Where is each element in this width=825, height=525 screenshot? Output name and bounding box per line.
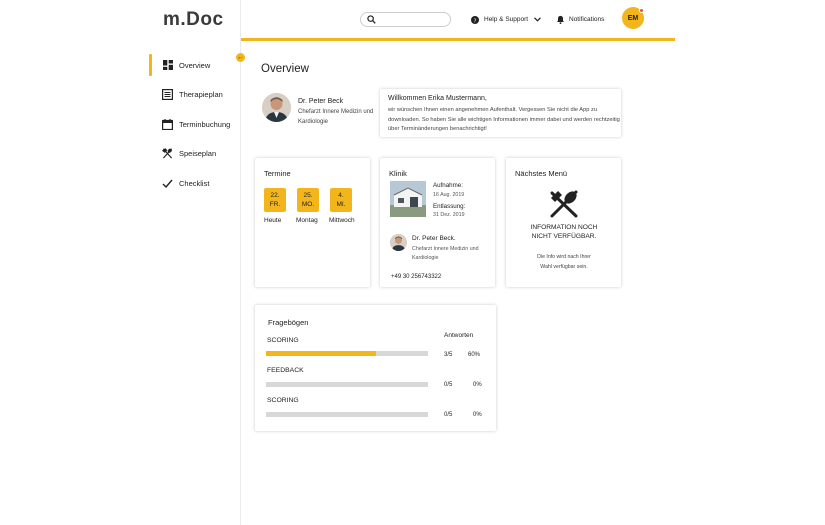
notifications-label: Notifications bbox=[569, 16, 605, 23]
date-number: 25. bbox=[303, 192, 313, 199]
entlassung-label: Entlassung: bbox=[433, 203, 466, 210]
answered-percent: 60% bbox=[468, 352, 481, 358]
cutlery-icon bbox=[549, 189, 579, 224]
check-icon bbox=[162, 178, 173, 189]
entlassung-date: 31 Dez. 2019 bbox=[433, 212, 465, 218]
aufnahme-date: 16 Aug. 2019 bbox=[433, 192, 465, 198]
sidebar-item-overview[interactable]: Overview bbox=[149, 54, 241, 76]
welcome-title: Willkommen Erika Mustermann, bbox=[388, 95, 487, 102]
date-weekday: MO. bbox=[301, 201, 315, 208]
list-icon bbox=[162, 88, 173, 100]
aufnahme-label: Aufnahme: bbox=[433, 182, 463, 189]
answered-count: 0/5 bbox=[444, 412, 453, 418]
klinik-title: Klinik bbox=[389, 169, 407, 178]
date-weekday: MI. bbox=[336, 201, 346, 208]
active-indicator bbox=[149, 54, 152, 76]
klinik-doctor-role: Chefarzt Innere Medizin und Kardiologie bbox=[412, 246, 479, 261]
answered-percent: 0% bbox=[473, 412, 482, 418]
answered-count: 0/5 bbox=[444, 382, 453, 388]
klinik-doctor-name: Dr. Peter Beck. bbox=[412, 235, 456, 242]
app-logo[interactable]: m.Doc bbox=[163, 9, 224, 31]
search-input[interactable] bbox=[360, 12, 451, 27]
day-label: Heute bbox=[264, 217, 282, 224]
welcome-card: Willkommen Erika Mustermann, wir wünsche… bbox=[380, 89, 621, 137]
page-title: Overview bbox=[261, 63, 309, 75]
avatar-initials: EM bbox=[627, 14, 639, 22]
termine-title: Termine bbox=[264, 169, 291, 178]
doctor-name: Dr. Peter Beck bbox=[298, 98, 344, 105]
doctor-avatar bbox=[262, 93, 291, 122]
klinik-card[interactable]: Klinik Aufnahme: 16 Aug. 2019 Entlassung… bbox=[380, 158, 495, 287]
notification-badge bbox=[639, 8, 644, 13]
questionnaire-label[interactable]: SCORING bbox=[267, 397, 299, 404]
chevron-down-icon bbox=[534, 17, 542, 22]
doctor-role: Chefarzt Innere Medizin und Kardiologie bbox=[298, 109, 374, 125]
sidebar-item-checklist[interactable]: Checklist bbox=[149, 173, 241, 193]
clinic-image bbox=[390, 181, 426, 217]
sidebar-divider bbox=[240, 0, 241, 525]
day-label: Montag bbox=[296, 217, 318, 224]
klinik-phone[interactable]: +49 30 256743322 bbox=[391, 274, 441, 280]
sidebar-item-label: Checklist bbox=[179, 178, 210, 188]
fragebogen-card[interactable]: Fragebögen Antworten SCORING 3/5 60% FEE… bbox=[255, 305, 496, 431]
fragebogen-title: Fragebögen bbox=[268, 318, 309, 327]
sidebar-item-terminbuchung[interactable]: Terminbuchung bbox=[149, 114, 241, 134]
sidebar-item-label: Speiseplan bbox=[179, 148, 217, 158]
notifications-button[interactable]: Notifications bbox=[556, 14, 604, 25]
answers-header: Antworten bbox=[444, 332, 474, 339]
date-box[interactable]: 4. MI. bbox=[330, 188, 352, 212]
svg-text:?: ? bbox=[474, 18, 477, 24]
progress-bar bbox=[266, 382, 428, 387]
calendar-icon bbox=[162, 118, 173, 130]
date-weekday: FR. bbox=[269, 201, 281, 208]
menu-subtext: Die Info wird nach Ihrer Wahl verfügbar … bbox=[537, 254, 591, 270]
help-support-label: Help & Support bbox=[484, 16, 529, 23]
header-accent-line bbox=[241, 38, 675, 41]
help-icon: ? bbox=[471, 15, 479, 24]
sidebar-item-label: Overview bbox=[179, 60, 211, 70]
menu-headline: INFORMATION NOCH NICHT VERFÜGBAR. bbox=[530, 224, 598, 240]
date-number: 22. bbox=[270, 192, 280, 199]
date-box[interactable]: 25. MO. bbox=[297, 188, 319, 212]
sidebar-item-label: Therapieplan bbox=[179, 89, 223, 99]
date-number: 4. bbox=[338, 192, 344, 199]
termine-card[interactable]: Termine 22. FR. 25. MO. 4. MI. Heute Mon… bbox=[255, 158, 370, 287]
questionnaire-label[interactable]: SCORING bbox=[267, 337, 299, 344]
progress-bar bbox=[266, 412, 428, 417]
progress-fill bbox=[266, 351, 377, 356]
menu-title: Nächstes Menü bbox=[515, 169, 568, 178]
sidebar-item-speiseplan[interactable]: Speiseplan bbox=[149, 143, 241, 163]
questionnaire-label[interactable]: FEEDBACK bbox=[267, 367, 304, 374]
search-icon bbox=[367, 15, 376, 24]
sidebar-item-label: Terminbuchung bbox=[179, 119, 231, 129]
day-label: Mittwoch bbox=[329, 217, 355, 224]
welcome-text: wir wünschen Ihnen einen angenehmen Aufe… bbox=[388, 107, 620, 132]
help-support-menu[interactable]: ? Help & Support bbox=[471, 14, 542, 25]
progress-bar bbox=[266, 351, 428, 356]
answered-count: 3/5 bbox=[444, 352, 453, 358]
dashboard-icon bbox=[162, 60, 173, 71]
doctor-avatar bbox=[390, 234, 407, 251]
answered-percent: 0% bbox=[473, 382, 482, 388]
user-avatar[interactable]: EM bbox=[622, 7, 644, 29]
cutlery-icon bbox=[162, 147, 173, 159]
sidebar-item-therapieplan[interactable]: Therapieplan bbox=[149, 84, 241, 104]
bell-icon bbox=[556, 15, 565, 24]
menu-card[interactable]: Nächstes Menü INFORMATION NOCH NICHT VER… bbox=[506, 158, 621, 287]
date-box[interactable]: 22. FR. bbox=[264, 188, 286, 212]
